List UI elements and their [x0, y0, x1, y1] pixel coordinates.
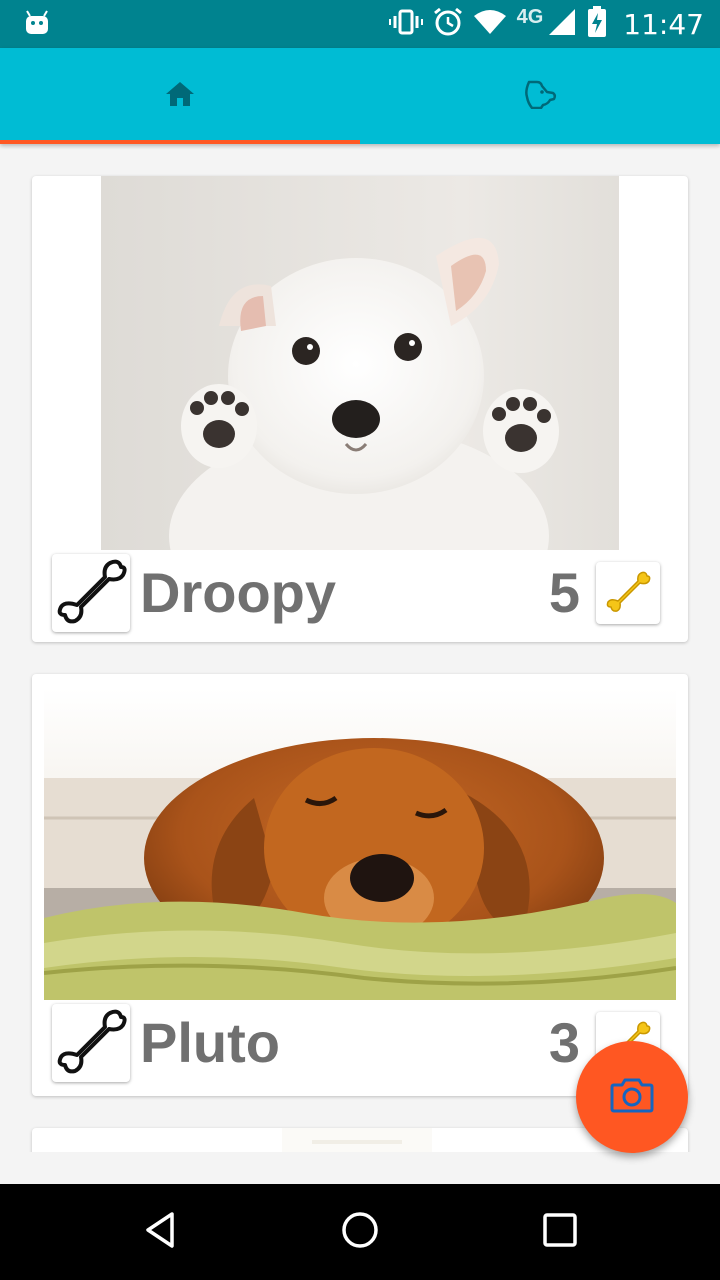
- system-nav-bar: [0, 1184, 720, 1280]
- signal-icon: [547, 7, 577, 42]
- dog-head-icon: [523, 79, 557, 114]
- bone-count: 5: [548, 561, 580, 624]
- tab-dogs[interactable]: [360, 48, 720, 144]
- vibrate-icon: [388, 8, 423, 41]
- camera-icon: [610, 1077, 654, 1118]
- back-icon: [140, 1210, 180, 1255]
- bone-count: 3: [548, 1011, 580, 1074]
- home-icon: [165, 80, 195, 113]
- wifi-icon: [473, 9, 507, 40]
- home-circle-icon: [340, 1210, 380, 1255]
- dog-photo: [282, 1128, 432, 1152]
- dog-name: Pluto: [140, 1011, 280, 1074]
- bone-outline-icon: [55, 1005, 127, 1082]
- dog-name: Droopy: [140, 561, 336, 624]
- give-bone-button[interactable]: [52, 554, 130, 632]
- tab-bar: [0, 48, 720, 144]
- recents-icon: [540, 1210, 580, 1255]
- selected-tab-indicator: [0, 140, 360, 144]
- battery-charging-icon: [587, 5, 607, 43]
- bone-count-badge: [596, 562, 660, 624]
- network-type-label: 4G: [516, 5, 544, 28]
- gold-bone-icon: [604, 567, 652, 620]
- dog-list[interactable]: Droopy 5 Pluto 3: [0, 144, 720, 1152]
- status-bar: 4G 11:47: [0, 0, 720, 48]
- nav-recents-button[interactable]: [500, 1184, 620, 1280]
- status-clock: 11:47: [623, 7, 704, 41]
- dog-card[interactable]: Droopy 5: [32, 176, 688, 642]
- dog-card-footer: Droopy 5: [32, 550, 688, 642]
- dog-card[interactable]: Pluto 3: [32, 674, 688, 1096]
- white-puppy-photo: [101, 176, 619, 550]
- golden-puppy-photo: [44, 688, 676, 1000]
- nav-home-button[interactable]: [300, 1184, 420, 1280]
- nav-back-button[interactable]: [100, 1184, 220, 1280]
- tab-home[interactable]: [0, 48, 360, 144]
- camera-fab-button[interactable]: [576, 1041, 688, 1153]
- give-bone-button[interactable]: [52, 1004, 130, 1082]
- alarm-icon: [433, 7, 463, 42]
- android-icon: [24, 10, 50, 41]
- bone-outline-icon: [55, 555, 127, 632]
